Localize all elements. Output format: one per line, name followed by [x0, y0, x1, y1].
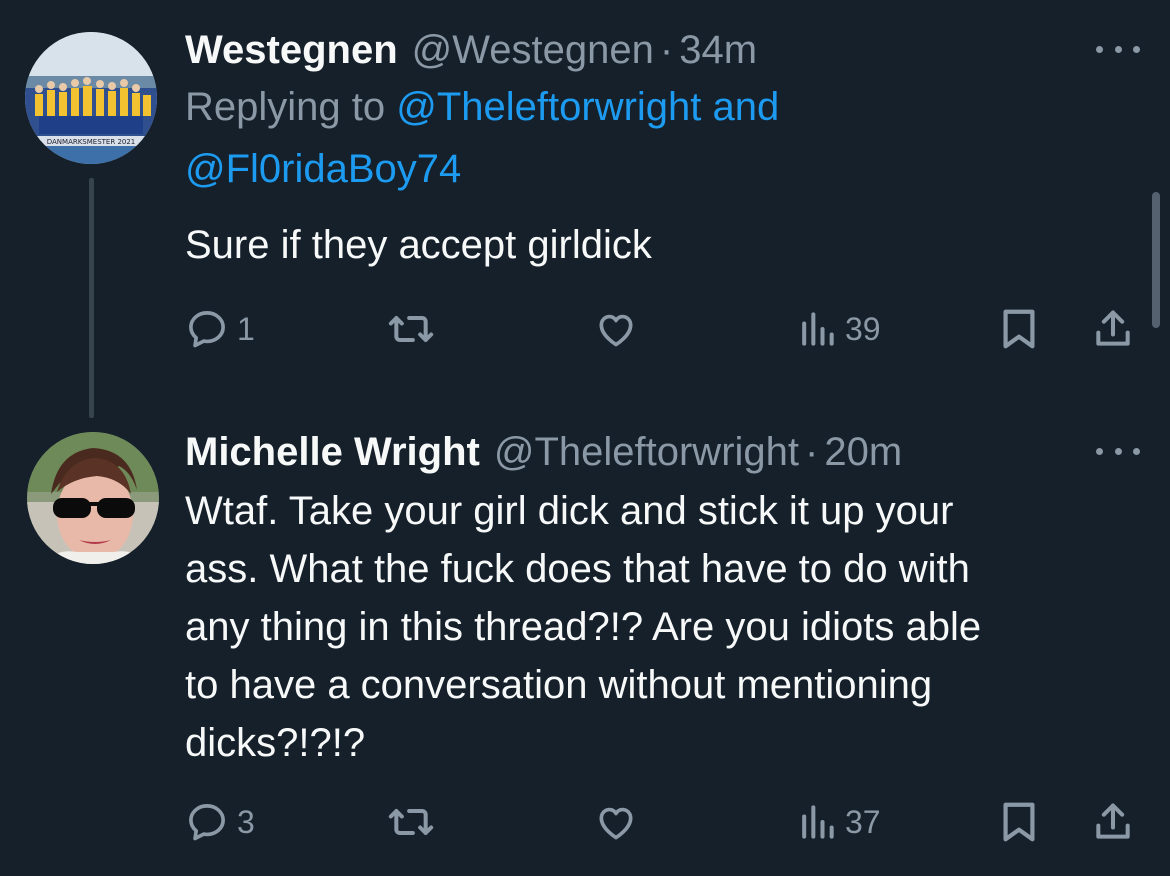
separator-dot: ·: [805, 430, 819, 474]
bookmark-icon: [999, 306, 1039, 352]
tweet-text-line: dicks?!?!?: [185, 721, 366, 765]
avatar-banner-text: DANMARKSMESTER 2021: [47, 138, 136, 146]
share-icon: [1091, 307, 1135, 351]
retweet-button[interactable]: [385, 797, 437, 847]
tweet-text: Wtaf. Take your girl dick and stick it u…: [185, 482, 1140, 772]
user-handle[interactable]: @Theleftorwright: [494, 426, 799, 478]
separator-dot: ·: [659, 28, 674, 72]
reply-icon: [185, 800, 229, 844]
like-icon: [593, 307, 639, 351]
views-icon: [797, 307, 837, 351]
thread-connector-line: [89, 178, 94, 418]
display-name[interactable]: Westegnen: [185, 24, 398, 76]
reply-button[interactable]: 3: [185, 797, 255, 847]
views-button[interactable]: 37: [797, 797, 881, 847]
avatar-westegnen[interactable]: DANMARKSMESTER 2021: [25, 32, 157, 164]
retweet-icon: [385, 800, 437, 844]
bookmark-button[interactable]: [999, 304, 1039, 354]
more-options-icon[interactable]: [1096, 34, 1140, 64]
reply-icon: [185, 307, 229, 351]
bookmark-button[interactable]: [999, 797, 1039, 847]
reply-count: 1: [237, 310, 255, 347]
like-button[interactable]: [593, 797, 639, 847]
share-icon: [1091, 800, 1135, 844]
scrollbar[interactable]: [1152, 192, 1160, 328]
reply-count: 3: [237, 803, 255, 840]
timestamp[interactable]: 20m: [824, 426, 902, 478]
tweet-michelle-wright[interactable]: Michelle Wright @Theleftorwright · 20m W…: [185, 426, 1140, 772]
tweet-text-line: Wtaf. Take your girl dick and stick it u…: [185, 489, 954, 533]
tweet-text: Sure if they accept girldick: [185, 223, 652, 267]
retweet-icon: [385, 307, 437, 351]
views-count: 37: [845, 803, 881, 840]
avatar-michelle-wright[interactable]: [27, 432, 159, 564]
mention-link-fl0ridaboy74[interactable]: @Fl0ridaBoy74: [185, 147, 461, 191]
replying-to-line: Replying to @Theleftorwright and @Fl0rid…: [185, 76, 905, 200]
views-count: 39: [845, 310, 881, 347]
tweet-actions: 3 37: [185, 797, 1140, 847]
tweet-text-line: ass. What the fuck does that have to do …: [185, 547, 970, 591]
user-handle[interactable]: @Westegnen: [412, 24, 654, 76]
views-icon: [797, 800, 837, 844]
tweet-header: Michelle Wright @Theleftorwright · 20m: [185, 426, 1140, 478]
conversation-thread: DANMARKSMESTER 2021 Westegnen @Westegnen…: [0, 0, 1170, 876]
views-button[interactable]: 39: [797, 304, 881, 354]
reply-button[interactable]: 1: [185, 304, 255, 354]
retweet-button[interactable]: [385, 304, 437, 354]
bookmark-icon: [999, 799, 1039, 845]
share-button[interactable]: [1091, 797, 1135, 847]
tweet-westegnen[interactable]: Westegnen @Westegnen · 34m Replying to @…: [185, 24, 1140, 274]
tweet-header: Westegnen @Westegnen · 34m: [185, 24, 1140, 76]
tweet-text-line: any thing in this thread?!? Are you idio…: [185, 605, 982, 649]
more-options-icon[interactable]: [1096, 436, 1140, 466]
tweet-actions: 1 39: [185, 304, 1140, 354]
like-icon: [593, 800, 639, 844]
timestamp[interactable]: 34m: [679, 24, 757, 76]
share-button[interactable]: [1091, 304, 1135, 354]
replying-to-label: Replying to: [185, 85, 397, 129]
like-button[interactable]: [593, 304, 639, 354]
display-name[interactable]: Michelle Wright: [185, 426, 480, 478]
tweet-text-line: to have a conversation without mentionin…: [185, 663, 933, 707]
mention-link-theleftorwright[interactable]: @Theleftorwright and: [396, 85, 779, 129]
